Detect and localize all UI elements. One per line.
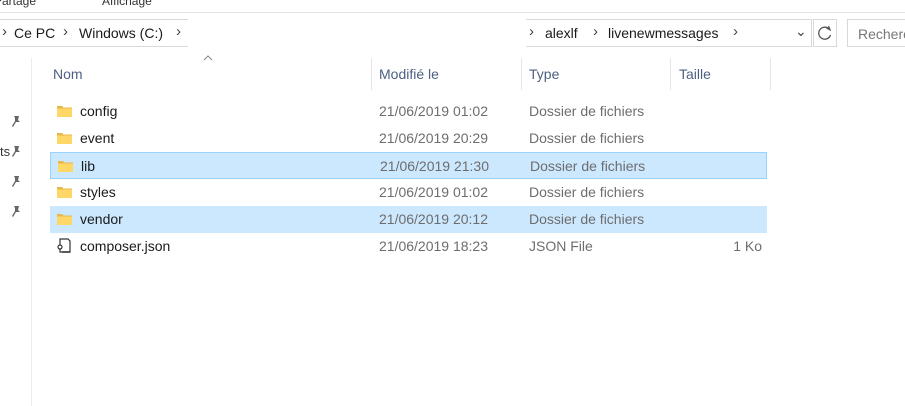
ribbon-tab-share[interactable]: Partage <box>0 0 36 8</box>
folder-icon <box>57 214 72 225</box>
file-date: 21/06/2019 01:02 <box>379 103 488 119</box>
file-name[interactable]: lib <box>81 158 95 174</box>
file-name[interactable]: styles <box>80 184 116 200</box>
folder-icon <box>57 106 72 117</box>
address-gap <box>188 19 526 47</box>
column-header-type-label: Type <box>529 66 560 82</box>
file-type: JSON File <box>529 238 593 254</box>
file-row[interactable]: vendor 21/06/2019 20:12 Dossier de fichier… <box>50 206 767 233</box>
pin-icon[interactable] <box>9 145 23 159</box>
file-name[interactable]: event <box>80 130 114 146</box>
search-input[interactable]: Rechercher <box>847 19 905 47</box>
breadcrumb-separator[interactable]: › <box>529 23 534 40</box>
column-header-date[interactable]: Modifié le <box>372 58 521 90</box>
file-date: 21/06/2019 20:29 <box>379 130 488 146</box>
file-name[interactable]: vendor <box>80 211 123 227</box>
breadcrumb-this-pc[interactable]: Ce PC <box>14 25 55 41</box>
file-row[interactable]: composer.json 21/06/2019 18:23 JSON File 1 … <box>50 233 767 260</box>
pin-icon[interactable] <box>9 115 23 129</box>
navigation-pane: ts <box>0 58 32 406</box>
breadcrumb-separator[interactable]: › <box>733 23 738 40</box>
file-type: Dossier de fichiers <box>530 158 646 174</box>
file-name[interactable]: config <box>80 103 117 119</box>
file-name[interactable]: composer.json <box>80 238 170 254</box>
file-date: 21/06/2019 20:12 <box>379 211 488 227</box>
pin-icon[interactable] <box>9 175 23 189</box>
file-row[interactable]: event 21/06/2019 20:29 Dossier de fichiers <box>50 125 767 152</box>
refresh-button[interactable] <box>813 19 837 47</box>
file-row[interactable]: lib 21/06/2019 21:30 Dossier de fichiers <box>50 152 767 179</box>
file-type: Dossier de fichiers <box>529 130 645 146</box>
file-date: 21/06/2019 18:23 <box>379 238 488 254</box>
breadcrumb-separator[interactable]: › <box>2 23 7 40</box>
json-file-icon <box>57 238 71 253</box>
column-header-date-label: Modifié le <box>379 66 439 82</box>
folder-icon <box>57 187 72 198</box>
ribbon-tab-view[interactable]: Affichage <box>102 0 152 8</box>
file-row[interactable]: config 21/06/2019 01:02 Dossier de fichier… <box>50 98 767 125</box>
column-header-type[interactable]: Type <box>522 58 670 90</box>
ribbon-tabs: Partage Affichage <box>0 0 905 13</box>
pin-icon[interactable] <box>9 205 23 219</box>
column-header-size-label: Taille <box>679 66 711 82</box>
column-divider[interactable] <box>770 58 771 90</box>
breadcrumb-separator[interactable]: › <box>593 23 598 40</box>
breadcrumb-livenewmessages[interactable]: livenewmessages <box>608 25 719 41</box>
chevron-down-icon[interactable]: ⌄ <box>795 23 807 40</box>
folder-icon <box>57 133 72 144</box>
refresh-icon <box>818 25 832 40</box>
file-date: 21/06/2019 01:02 <box>379 184 488 200</box>
breadcrumb-windows-c[interactable]: Windows (C:) <box>79 25 163 41</box>
column-header-size[interactable]: Taille <box>671 58 770 90</box>
column-header-name-label: Nom <box>53 66 83 82</box>
file-type: Dossier de fichiers <box>529 211 645 227</box>
file-size: 1 Ko <box>733 238 762 254</box>
breadcrumb-separator[interactable]: › <box>176 23 181 40</box>
file-type: Dossier de fichiers <box>529 103 645 119</box>
address-bar[interactable]: › Ce PC › Windows (C:) › › alexlf › live… <box>0 19 838 47</box>
column-header-name[interactable]: Nom <box>50 58 370 90</box>
file-row[interactable]: styles 21/06/2019 01:02 Dossier de fichier… <box>50 179 767 206</box>
file-date: 21/06/2019 21:30 <box>380 158 489 174</box>
file-type: Dossier de fichiers <box>529 184 645 200</box>
breadcrumb-separator[interactable]: › <box>63 23 68 40</box>
breadcrumb-alexlf[interactable]: alexlf <box>545 25 578 41</box>
folder-icon <box>58 161 73 172</box>
